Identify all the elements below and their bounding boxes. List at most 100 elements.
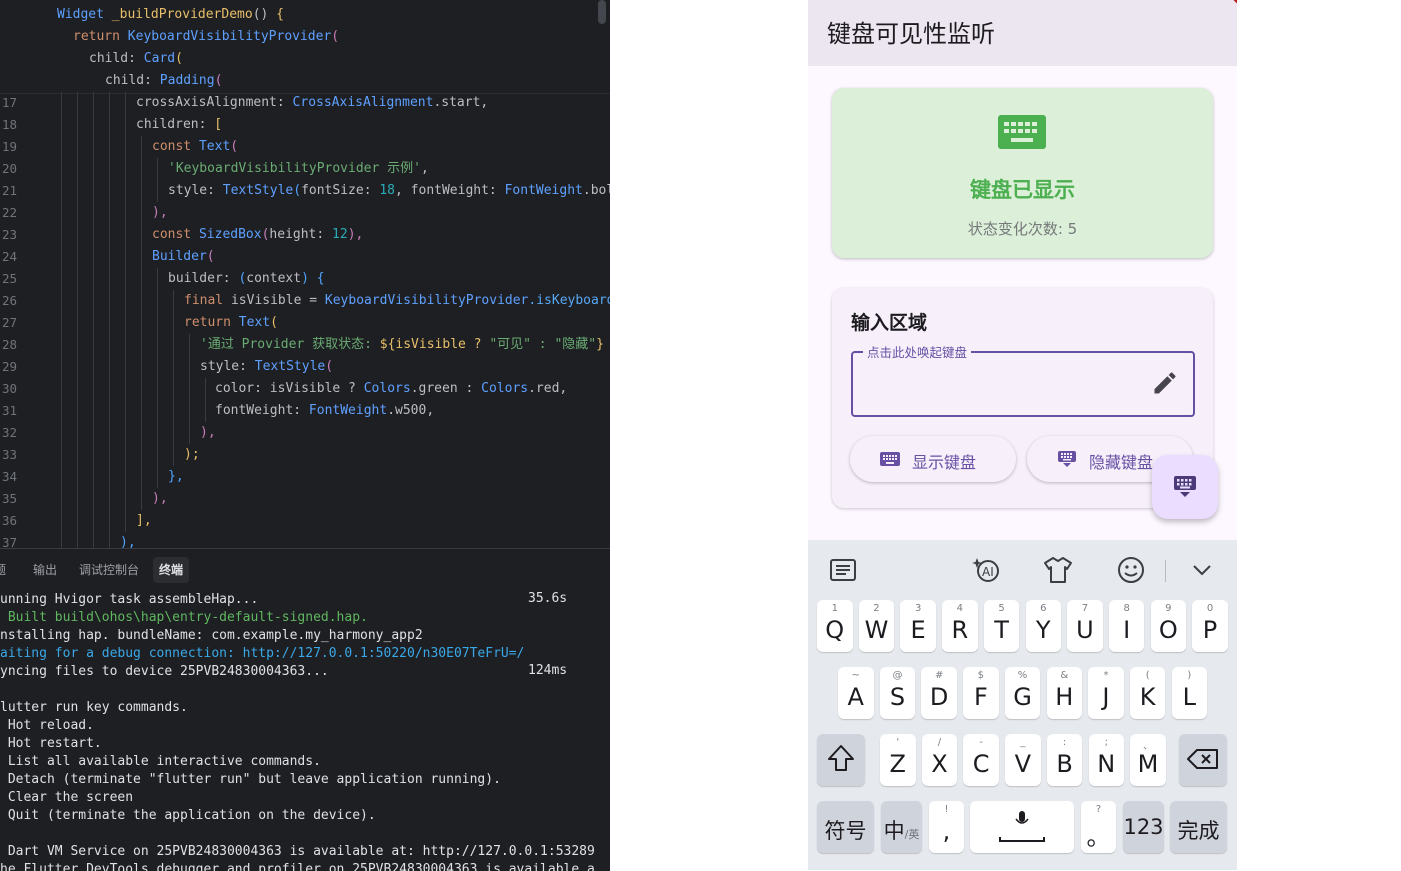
code-line[interactable]: 34},: [0, 466, 610, 488]
line-number: 25: [2, 271, 18, 286]
ai-assistant-icon[interactable]: AI: [971, 554, 1003, 586]
key-x[interactable]: / X: [921, 734, 958, 786]
emoji-icon[interactable]: [1115, 554, 1147, 586]
key-b[interactable]: :B: [1046, 734, 1083, 786]
key-letter: Y: [1035, 616, 1051, 644]
keyboard-icon: [998, 115, 1046, 149]
key-t[interactable]: 5T: [983, 600, 1020, 652]
show-keyboard-button[interactable]: 显示键盘: [850, 436, 1016, 482]
code-line[interactable]: Widget _buildProviderDemo() {: [0, 4, 610, 26]
indent-guide: [77, 400, 78, 422]
key-r[interactable]: 4R: [942, 600, 978, 652]
code-line[interactable]: 35),: [0, 488, 610, 510]
toggle-keyboard-fab[interactable]: [1152, 455, 1218, 519]
backspace-key[interactable]: [1179, 734, 1227, 786]
code-editor[interactable]: Widget _buildProviderDemo() {return Keyb…: [0, 0, 610, 548]
indent-guide: [77, 312, 78, 334]
code-token: builder:: [168, 271, 239, 286]
code-line[interactable]: 28 '通过 Provider 获取状态: ${isVisible ? "可见" …: [0, 334, 610, 356]
code-line[interactable]: 26 final isVisible = KeyboardVisibilityPr…: [0, 290, 610, 312]
code-token: .bol: [582, 183, 610, 198]
indent-guide: [93, 400, 94, 422]
code-line[interactable]: 17 crossAxisAlignment: CrossAxisAlignment…: [0, 92, 610, 114]
period-key[interactable]: ? 。: [1081, 801, 1116, 853]
code-token: {: [316, 271, 325, 286]
code-line[interactable]: 37),: [0, 532, 610, 548]
code-line[interactable]: 32),: [0, 422, 610, 444]
code-line[interactable]: 29 style: TextStyle(: [0, 356, 610, 378]
shift-key[interactable]: [817, 734, 865, 786]
code-line[interactable]: 22),: [0, 202, 610, 224]
key-s[interactable]: @ S: [879, 667, 916, 719]
key-g[interactable]: % G: [1004, 667, 1041, 719]
code-text: '通过 Provider 获取状态: ${isVisible ? "可见" : …: [200, 334, 604, 356]
key-k[interactable]: (K: [1129, 667, 1166, 719]
code-line[interactable]: 20 'KeyboardVisibilityProvider 示例',: [0, 158, 610, 180]
terminal-panel[interactable]: 题 输出 调试控制台 终端 unning Hvigor task assembl…: [0, 548, 610, 871]
clipboard-list-icon[interactable]: [827, 554, 859, 586]
code-line[interactable]: 31 fontWeight: FontWeight.w500,: [0, 400, 610, 422]
key-l[interactable]: ) L: [1171, 667, 1208, 719]
key-w[interactable]: 2W: [858, 600, 895, 652]
code-text: fontWeight: FontWeight.w500,: [215, 400, 434, 422]
numbers-key[interactable]: 123: [1123, 801, 1164, 853]
code-line[interactable]: child: Padding(: [0, 70, 610, 92]
code-line[interactable]: 30 color: isVisible ? Colors.green : Colo…: [0, 378, 610, 400]
key-a[interactable]: ~ A: [838, 667, 874, 719]
editor-scrollbar[interactable]: [598, 0, 606, 24]
key-i[interactable]: 8I: [1108, 600, 1145, 652]
key-q[interactable]: 1Q: [817, 600, 853, 652]
key-p[interactable]: 0P: [1192, 600, 1228, 652]
code-line[interactable]: 23 const SizedBox(height: 12),: [0, 224, 610, 246]
key-v[interactable]: _ V: [1005, 734, 1041, 786]
key-c[interactable]: -C: [963, 734, 999, 786]
key-e[interactable]: 3E: [900, 600, 936, 652]
chevron-down-icon[interactable]: [1186, 554, 1218, 586]
key-n[interactable]: ; N: [1088, 734, 1124, 786]
theme-skin-icon[interactable]: [1042, 554, 1074, 586]
key-y[interactable]: 6Y: [1025, 600, 1061, 652]
code-line[interactable]: 27 return Text(: [0, 312, 610, 334]
key-d[interactable]: # D: [921, 667, 957, 719]
keyboard-text-field[interactable]: 点击此处唤起键盘: [851, 342, 1195, 417]
tab-problems[interactable]: 题: [0, 557, 6, 583]
line-number: 30: [2, 381, 18, 396]
key-secondary-char: *: [1103, 670, 1109, 681]
code-line[interactable]: 19 const Text(: [0, 136, 610, 158]
tab-output[interactable]: 输出: [33, 557, 57, 583]
comma-key[interactable]: ! ,: [929, 801, 964, 853]
indent-guide: [157, 400, 158, 422]
done-key[interactable]: 完成: [1170, 801, 1227, 853]
indent-guide: [109, 400, 110, 422]
code-token: (: [175, 51, 183, 66]
key-m[interactable]: 、 M: [1130, 734, 1166, 786]
code-line[interactable]: 36],: [0, 510, 610, 532]
key-o[interactable]: 9O: [1150, 600, 1187, 652]
key-u[interactable]: 7U: [1067, 600, 1103, 652]
code-line[interactable]: 21 style: TextStyle(fontSize: 18, fontWei…: [0, 180, 610, 202]
code-line[interactable]: return KeyboardVisibilityProvider(: [0, 26, 610, 48]
code-line[interactable]: 18 children: [: [0, 114, 610, 136]
symbols-key[interactable]: 符号: [817, 801, 874, 853]
indent-guide: [141, 488, 142, 510]
space-key[interactable]: [970, 801, 1074, 853]
tab-debug-console[interactable]: 调试控制台: [79, 557, 139, 583]
indent-guide: [77, 444, 78, 466]
key-h[interactable]: & H: [1046, 667, 1082, 719]
key-z[interactable]: ' Z: [880, 734, 916, 786]
key-letter: J: [1102, 683, 1110, 711]
indent-guide: [125, 400, 126, 422]
code-token: child:: [89, 51, 144, 66]
key-j[interactable]: * J: [1088, 667, 1124, 719]
code-line[interactable]: 24 Builder(: [0, 246, 610, 268]
language-switch-key[interactable]: 中/英: [881, 801, 922, 853]
code-line[interactable]: child: Card(: [0, 48, 610, 70]
tab-terminal[interactable]: 终端: [153, 557, 190, 583]
key-f[interactable]: $ F: [963, 667, 999, 719]
code-token: 'KeyboardVisibilityProvider 示例': [168, 161, 421, 176]
code-line[interactable]: 25 builder: (context) {: [0, 268, 610, 290]
code-line[interactable]: 33);: [0, 444, 610, 466]
key-secondary-char: 7: [1081, 603, 1089, 614]
indent-guide: [77, 246, 78, 268]
code-text: },: [168, 466, 184, 488]
